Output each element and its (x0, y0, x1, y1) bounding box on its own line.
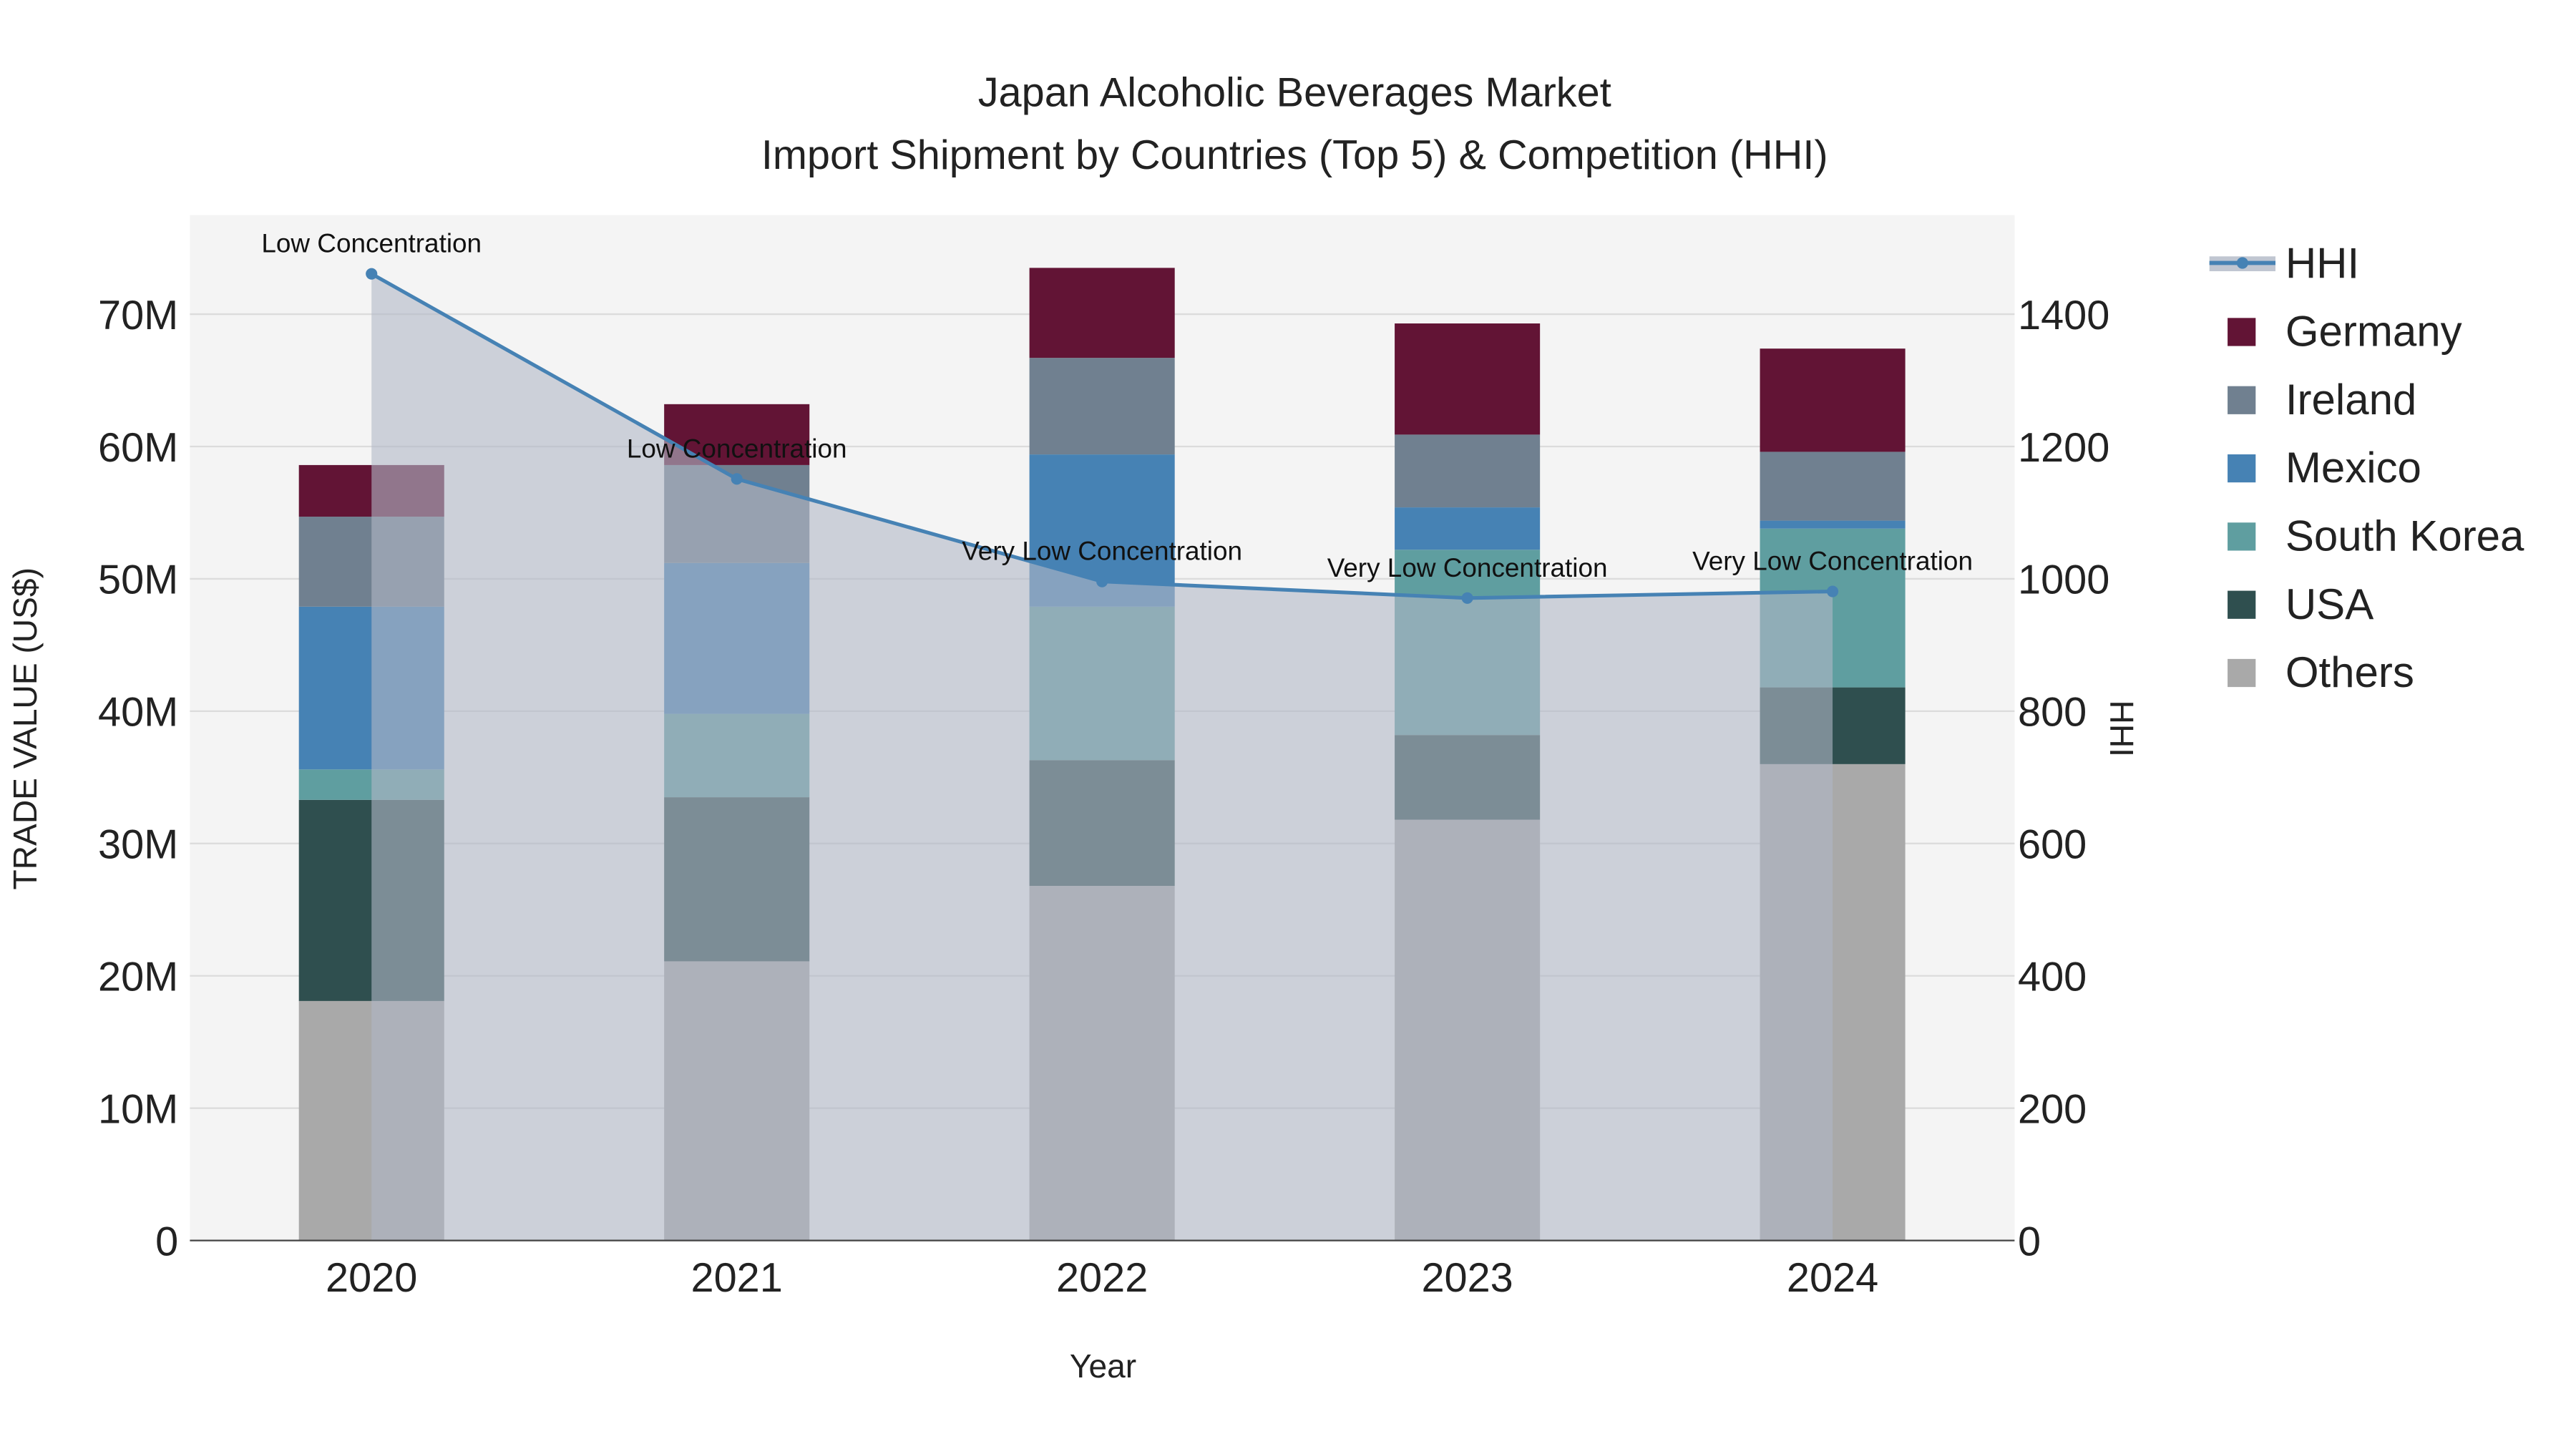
x-axis-label: Year (1070, 1347, 1136, 1385)
y2-tick-label: 800 (2018, 690, 2087, 736)
legend-label: South Korea (2285, 512, 2524, 560)
bar-ireland-2024 (1760, 452, 1906, 521)
hhi-annotation: Low Concentration (627, 434, 847, 463)
y-tick-label: 0 (155, 1219, 178, 1264)
hhi-annotation: Very Low Concentration (962, 537, 1242, 566)
y2-tick-label: 600 (2018, 822, 2087, 868)
bar-germany-2022 (1029, 268, 1175, 358)
x-tick-label: 2024 (1787, 1255, 1878, 1301)
x-tick-label: 2023 (1421, 1255, 1513, 1301)
x-tick-label: 2020 (326, 1255, 417, 1301)
legend-swatch (2228, 590, 2256, 619)
y-tick-label: 40M (98, 690, 178, 736)
legend-label: HHI (2285, 239, 2359, 287)
bar-mexico-2023 (1395, 507, 1541, 550)
legend-swatch (2228, 318, 2256, 346)
y2-tick-label: 200 (2018, 1086, 2087, 1132)
y-tick-label: 30M (98, 822, 178, 868)
legend-swatch (2228, 522, 2256, 551)
hhi-annotation: Very Low Concentration (1327, 553, 1608, 582)
y2-tick-label: 0 (2018, 1219, 2041, 1264)
bar-germany-2024 (1760, 348, 1906, 452)
x-tick-label: 2022 (1056, 1255, 1148, 1301)
bar-ireland-2023 (1395, 434, 1541, 508)
legend-swatch (2228, 454, 2256, 483)
y-tick-label: 60M (98, 425, 178, 471)
y2-tick-label: 1200 (2018, 425, 2109, 471)
legend-label: Others (2285, 648, 2414, 696)
hhi-point-2023 (1461, 592, 1473, 604)
hhi-annotation: Very Low Concentration (1692, 547, 1973, 576)
y-tick-label: 20M (98, 955, 178, 1000)
bar-ireland-2022 (1029, 358, 1175, 455)
hhi-point-2021 (731, 473, 743, 485)
y2-tick-label: 400 (2018, 955, 2087, 1000)
hhi-point-2020 (366, 268, 378, 280)
bar-mexico-2024 (1760, 520, 1906, 529)
y-tick-label: 70M (98, 293, 178, 338)
chart-subtitle: Import Shipment by Countries (Top 5) & C… (761, 132, 1828, 178)
legend-label: Germany (2285, 308, 2462, 356)
y2-tick-label: 1400 (2018, 293, 2109, 338)
x-tick-label: 2021 (691, 1255, 783, 1301)
y-tick-label: 10M (98, 1086, 178, 1132)
y2-tick-label: 1000 (2018, 557, 2109, 603)
legend-swatch-hhi-marker (2236, 257, 2248, 269)
y2-axis-label: HHI (2103, 701, 2140, 757)
bar-germany-2023 (1395, 323, 1541, 435)
legend-label: USA (2285, 580, 2373, 628)
y-axis-label: TRADE VALUE (US$) (6, 567, 44, 889)
legend-label: Mexico (2285, 444, 2421, 492)
legend-swatch (2228, 386, 2256, 414)
y-tick-label: 50M (98, 557, 178, 603)
chart-title: Japan Alcoholic Beverages Market (978, 69, 1611, 115)
chart: Low Concentration Low Concentration Very L… (0, 0, 2576, 1449)
hhi-point-2022 (1096, 575, 1108, 587)
legend-label: Ireland (2285, 376, 2416, 424)
legend-swatch (2228, 658, 2256, 688)
hhi-point-2024 (1827, 585, 1839, 597)
hhi-annotation: Low Concentration (261, 229, 482, 258)
